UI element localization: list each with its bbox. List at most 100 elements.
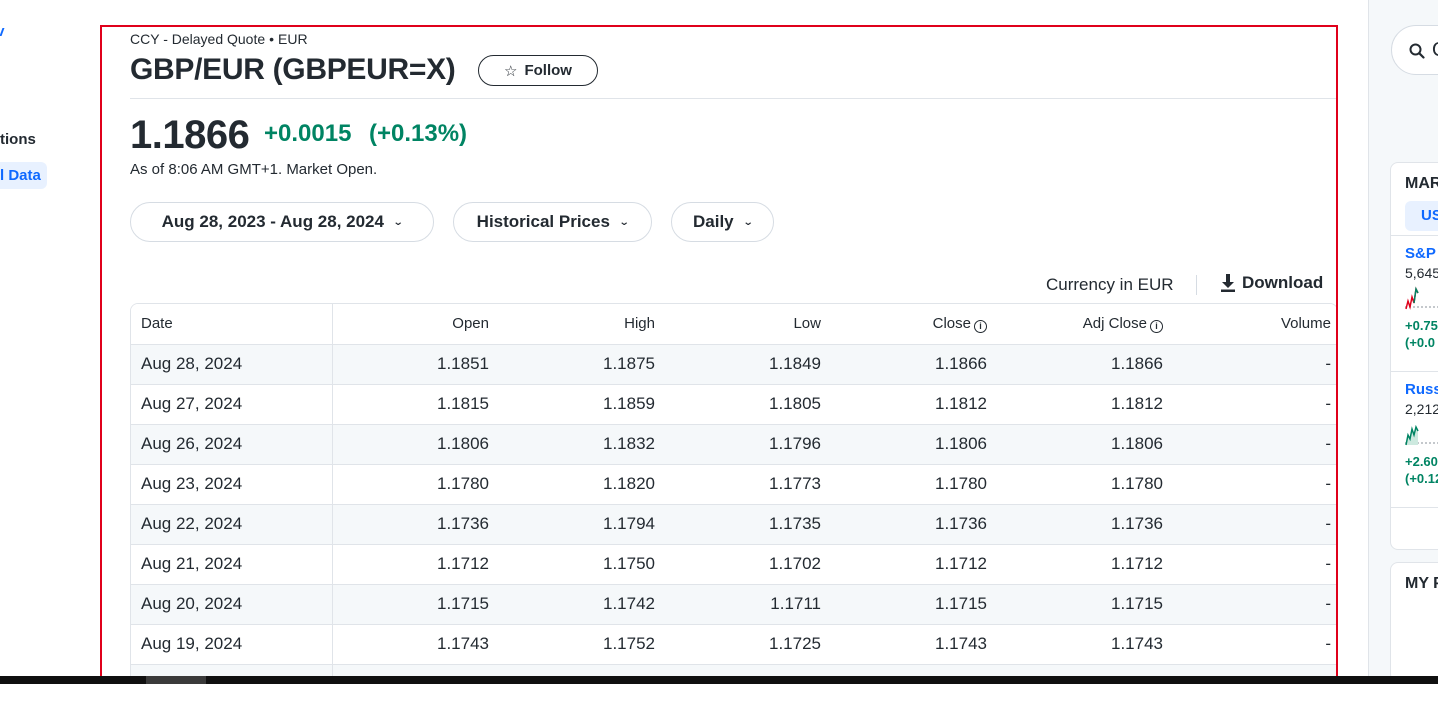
cell-low: 1.1702 [663, 543, 829, 584]
nav-edge-mark [0, 28, 5, 36]
cell-date: Aug 23, 2024 [131, 463, 333, 504]
column-header-high: High [497, 304, 663, 344]
cell-low: 1.1735 [663, 503, 829, 544]
horizontal-scrollbar[interactable] [0, 676, 1438, 684]
cell-open: 1.1743 [332, 623, 497, 664]
index-value: 2,212 [1405, 401, 1438, 417]
cell-volume: - [1171, 423, 1336, 464]
cell-volume: - [1171, 463, 1336, 504]
cell-high: 1.1742 [497, 583, 663, 624]
cell-volume: - [1171, 383, 1336, 424]
cell-date: Aug 21, 2024 [131, 543, 333, 584]
cell-adj-close: 1.1806 [995, 423, 1171, 464]
cell-close: 1.1780 [829, 463, 995, 504]
download-label: Download [1242, 273, 1324, 292]
cell-low: 1.1805 [663, 383, 829, 424]
column-header-adj-close: Adj Close i [995, 304, 1171, 344]
cell-open: 1.1736 [332, 503, 497, 544]
price-change-percent: (+0.13%) [369, 120, 468, 147]
cell-volume: - [1171, 503, 1336, 544]
frequency-dropdown[interactable]: Daily ⌄ [671, 202, 774, 242]
date-range-label: Aug 28, 2023 - Aug 28, 2024 [161, 212, 384, 231]
chevron-down-icon: ⌄ [392, 216, 404, 228]
table-row: Aug 22, 2024 1.1736 1.1794 1.1735 1.1736… [131, 503, 1336, 544]
column-header-volume: Volume [1171, 304, 1336, 344]
index-name: S&P [1405, 245, 1436, 262]
cell-low: 1.1725 [663, 623, 829, 664]
right-rail: Q MAR US S&P 5,645 +0.75 (+0.0 Russ 2,21… [1368, 0, 1438, 676]
index-item-sp500[interactable]: S&P 5,645 +0.75 (+0.0 [1405, 245, 1438, 351]
portfolio-card: MY P [1390, 562, 1438, 676]
cell-high: 1.1750 [497, 543, 663, 584]
frequency-label: Daily [692, 212, 734, 231]
cell-low: 1.1711 [663, 583, 829, 624]
current-price: 1.1866 [130, 113, 250, 157]
date-range-dropdown[interactable]: Aug 28, 2023 - Aug 28, 2024 ⌄ [130, 202, 434, 242]
cell-low: 1.1773 [663, 463, 829, 504]
cell-close: 1.1866 [829, 343, 995, 384]
chevron-down-icon: ⌄ [742, 216, 754, 228]
cell-close: 1.1712 [829, 543, 995, 584]
currency-note: Currency in EUR [1046, 275, 1174, 294]
index-value: 5,645 [1405, 265, 1438, 281]
download-button[interactable]: Download [1220, 273, 1323, 293]
cell-date: Aug 28, 2024 [131, 343, 333, 384]
index-name: Russ [1405, 381, 1438, 398]
search-placeholder: Q [1432, 39, 1438, 62]
cell-open: 1.1712 [332, 543, 497, 584]
cell-adj-close: 1.1743 [995, 623, 1171, 664]
table-row: Aug 21, 2024 1.1712 1.1750 1.1702 1.1712… [131, 543, 1336, 584]
info-icon[interactable]: i [974, 319, 987, 333]
cell-date: Aug 19, 2024 [131, 623, 333, 664]
cell-open: 1.1780 [332, 463, 497, 504]
nav-item-options[interactable]: tions [0, 131, 36, 148]
cell-high: 1.1859 [497, 383, 663, 424]
data-type-dropdown[interactable]: Historical Prices ⌄ [453, 202, 652, 242]
cell-close: 1.1743 [829, 623, 995, 664]
table-row: Aug 20, 2024 1.1715 1.1742 1.1711 1.1715… [131, 583, 1336, 624]
market-status: As of 8:06 AM GMT+1. Market Open. [130, 161, 378, 178]
cell-date: Aug 22, 2024 [131, 503, 333, 544]
cell-open: 1.1815 [332, 383, 497, 424]
cell-volume: - [1171, 343, 1336, 384]
currency-tag: EUR [278, 31, 308, 47]
search-input[interactable]: Q [1391, 25, 1438, 75]
cell-close: 1.1806 [829, 423, 995, 464]
markets-tab-us[interactable]: US [1405, 201, 1438, 231]
cell-low: 1.1849 [663, 343, 829, 384]
cell-adj-close: 1.1736 [995, 503, 1171, 544]
sparkline-chart [1405, 424, 1438, 446]
column-header-close: Close i [829, 304, 995, 344]
separator-dot: • [269, 31, 275, 47]
card-divider [1391, 371, 1438, 372]
cell-high: 1.1794 [497, 503, 663, 544]
table-row: Aug 26, 2024 1.1806 1.1832 1.1796 1.1806… [131, 423, 1336, 464]
quote-exchange-line: CCY - Delayed Quote • EUR [130, 31, 308, 47]
column-header-open: Open [332, 304, 497, 344]
cell-high: 1.1832 [497, 423, 663, 464]
index-change-percent: (+0.12 [1405, 471, 1438, 486]
header-divider [130, 98, 1336, 99]
column-header-low: Low [663, 304, 829, 344]
search-icon [1409, 43, 1425, 59]
cell-high: 1.1875 [497, 343, 663, 384]
follow-button[interactable]: ☆ Follow [478, 55, 598, 86]
cell-close: 1.1812 [829, 383, 995, 424]
markets-card: MAR US S&P 5,645 +0.75 (+0.0 Russ 2,212 … [1390, 162, 1438, 550]
download-icon [1221, 274, 1235, 292]
markets-title: MAR [1405, 175, 1438, 192]
index-item-russell[interactable]: Russ 2,212 +2.60 (+0.12 [1405, 381, 1438, 487]
toolbar-divider [1196, 275, 1197, 295]
info-icon[interactable]: i [1150, 319, 1163, 333]
cell-high: 1.1820 [497, 463, 663, 504]
cell-adj-close: 1.1780 [995, 463, 1171, 504]
table-row: Aug 27, 2024 1.1815 1.1859 1.1805 1.1812… [131, 383, 1336, 424]
scrollbar-thumb[interactable] [146, 676, 206, 684]
historical-prices-table: Date Open High Low Close i Adj Close i Vol… [130, 303, 1336, 681]
exchange-label: CCY - Delayed Quote [130, 31, 266, 47]
page-title: GBP/EUR (GBPEUR=X) [130, 53, 456, 86]
table-row: Aug 19, 2024 1.1743 1.1752 1.1725 1.1743… [131, 623, 1336, 664]
cell-date: Aug 26, 2024 [131, 423, 333, 464]
cell-adj-close: 1.1712 [995, 543, 1171, 584]
nav-item-historical-data[interactable]: l Data [0, 162, 47, 189]
